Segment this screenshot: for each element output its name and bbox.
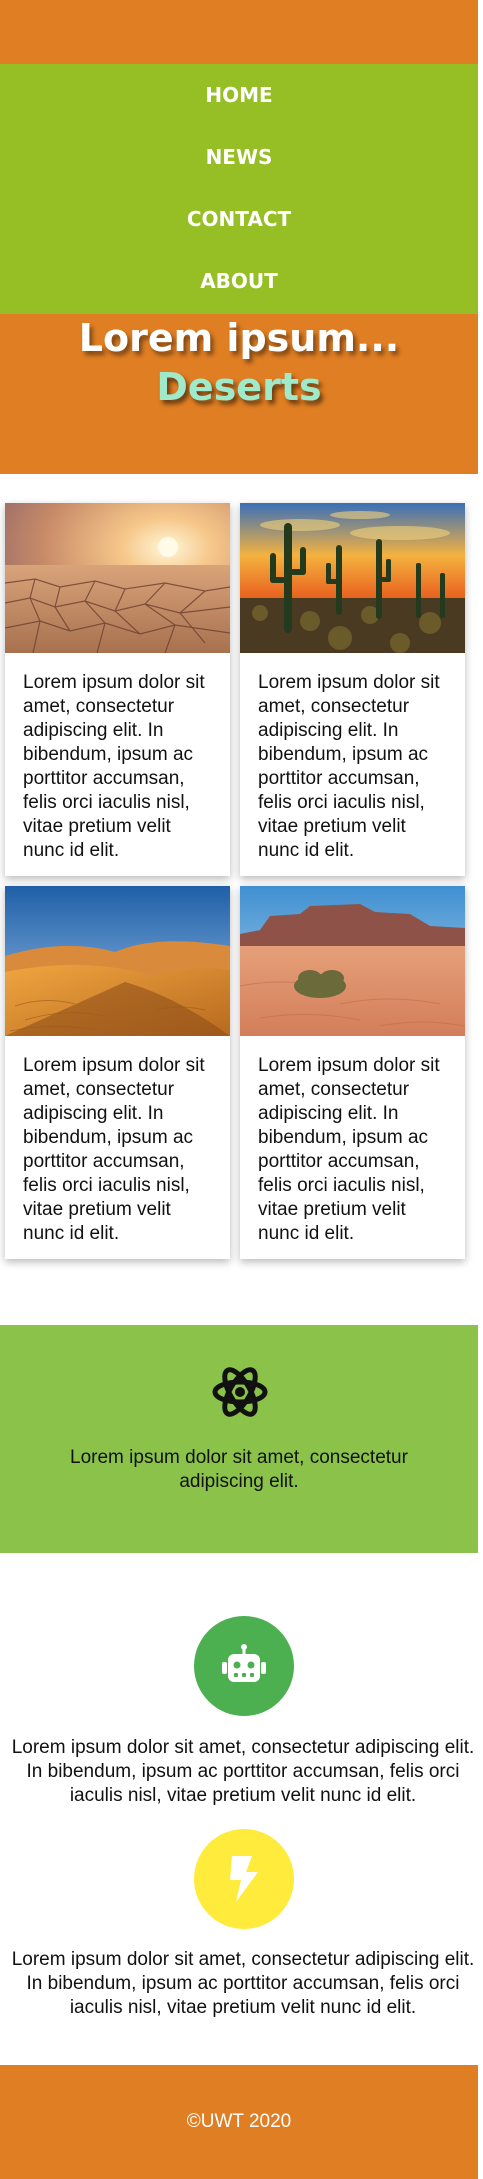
footer-copyright: ©UWT 2020 xyxy=(186,2111,292,2132)
card: Lorem ipsum dolor sit amet, consectetur … xyxy=(5,886,230,1259)
atom-icon xyxy=(212,1367,268,1417)
lightning-block-text: Lorem ipsum dolor sit amet, consectetur … xyxy=(11,1949,475,2018)
nav-about-link[interactable]: ABOUT xyxy=(0,250,478,312)
feature-section: Lorem ipsum dolor sit amet, consectetur … xyxy=(0,1325,478,1553)
card-text: Lorem ipsum dolor sit amet, consectetur … xyxy=(258,1055,440,1244)
hero-subtitle: Deserts xyxy=(156,365,322,409)
desert-cracked-earth-image xyxy=(5,503,230,653)
footer: ©UWT 2020 xyxy=(0,2065,478,2179)
card: Lorem ipsum dolor sit amet, consectetur … xyxy=(240,886,465,1259)
hero-title: Lorem ipsum... xyxy=(78,316,400,360)
card-text: Lorem ipsum dolor sit amet, consectetur … xyxy=(23,1055,205,1244)
card-text: Lorem ipsum dolor sit amet, consectetur … xyxy=(258,672,440,861)
nav-home-link[interactable]: HOME xyxy=(0,64,478,126)
lightning-bolt-icon xyxy=(230,1856,258,1902)
page: HOME NEWS CONTACT ABOUT Lorem ipsum... D… xyxy=(0,0,483,2179)
sand-dunes-image xyxy=(5,886,230,1036)
nav-contact-link[interactable]: CONTACT xyxy=(0,188,478,250)
robot-icon-circle xyxy=(194,1616,294,1716)
card-text: Lorem ipsum dolor sit amet, consectetur … xyxy=(23,672,205,861)
nav-news-link[interactable]: NEWS xyxy=(0,126,478,188)
robot-block-text: Lorem ipsum dolor sit amet, consectetur … xyxy=(11,1737,475,1806)
card: Lorem ipsum dolor sit amet, consectetur … xyxy=(240,503,465,876)
lightning-icon-circle xyxy=(194,1829,294,1929)
feature-text: Lorem ipsum dolor sit amet, consectetur … xyxy=(70,1447,408,1492)
robot-icon xyxy=(222,1644,266,1682)
card: Lorem ipsum dolor sit amet, consectetur … xyxy=(5,503,230,876)
desert-mesa-bush-image xyxy=(240,886,465,1036)
card-grid: Lorem ipsum dolor sit amet, consectetur … xyxy=(5,503,465,1259)
main-nav: HOME NEWS CONTACT ABOUT xyxy=(0,64,478,314)
desert-cactus-image xyxy=(240,503,465,653)
